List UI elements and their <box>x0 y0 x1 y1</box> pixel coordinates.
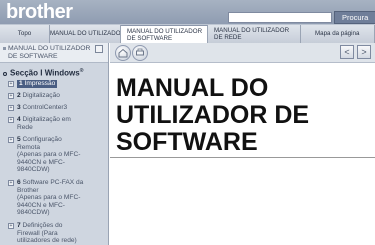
item-label: 9440CN e MFC- <box>17 158 66 166</box>
item-label: 9840CDW) <box>17 166 50 174</box>
bullet-icon <box>3 47 6 50</box>
logo-bar: brother Procura <box>0 0 375 24</box>
expand-icon[interactable]: + <box>8 223 14 229</box>
collapse-sidebar-icon[interactable] <box>95 45 103 53</box>
search-input[interactable] <box>228 12 332 23</box>
item-number: 2 <box>17 92 21 99</box>
item-label: utilizadores de rede) <box>17 237 77 245</box>
next-page-button[interactable]: > <box>357 45 371 59</box>
sidebar-top-label: MANUAL DO UTILIZADOR DE SOFTWARE <box>8 45 96 60</box>
sidebar-item-configuracao-remota[interactable]: + 5 Configuração Remota (Apenas para o MFC… <box>8 136 108 174</box>
main-content: < > MANUAL DO UTILIZADOR DE SOFTWARE <box>110 43 375 245</box>
tab-manual-rede-line1: MANUAL DO UTILIZADOR <box>214 27 290 34</box>
sidebar-top-line1: MANUAL DO UTILIZADOR <box>8 45 91 52</box>
section-title-mark: ® <box>79 68 84 74</box>
sidebar-item-digitalizacao-rede[interactable]: + 4 Digitalização em Rede <box>8 116 108 131</box>
item-label: Brother <box>17 186 39 194</box>
item-label: 9840CDW) <box>17 209 50 217</box>
previous-page-button[interactable]: < <box>340 45 354 59</box>
sidebar-item-firewall[interactable]: + 7 Definições do Firewall (Para utilizado… <box>8 222 108 245</box>
sidebar-item-digitalizacao[interactable]: + 2 Digitalização <box>8 92 108 100</box>
page-title-line1: MANUAL DO <box>116 74 269 102</box>
print-icon[interactable] <box>132 45 148 61</box>
item-label: Digitalização em <box>22 116 71 123</box>
item-number: 7 <box>17 222 21 229</box>
item-number: 6 <box>17 179 21 186</box>
tab-manual-software-line1: MANUAL DO UTILIZADOR <box>127 28 203 35</box>
tab-manual-rede-line2: DE REDE <box>214 34 242 41</box>
item-label: (Apenas para o MFC- <box>17 151 81 159</box>
top-tabs: Topo MANUAL DO UTILIZADOR MANUAL DO UTIL… <box>0 25 375 43</box>
tab-mapa-pagina[interactable]: Mapa da página <box>301 25 375 43</box>
expand-icon[interactable]: + <box>8 105 14 111</box>
sidebar-top-line2: DE SOFTWARE <box>8 52 58 60</box>
section-title[interactable]: Secção I Windows® <box>3 68 83 78</box>
expand-icon[interactable]: + <box>8 117 14 123</box>
item-label: Firewall (Para <box>17 229 58 237</box>
page-title-line3: SOFTWARE <box>116 128 258 156</box>
item-label: Digitalização <box>22 92 60 99</box>
item-number: 1 <box>19 80 23 87</box>
tab-manual-rede[interactable]: MANUAL DO UTILIZADOR DE REDE <box>208 25 301 43</box>
item-label: Remota <box>17 143 41 151</box>
circle-bullet-icon <box>3 71 7 76</box>
item-label: (Apenas para o MFC- <box>17 194 81 202</box>
item-label: Definições do <box>22 222 63 229</box>
tab-manual-software-line2: DE SOFTWARE <box>127 35 173 42</box>
home-icon[interactable] <box>115 45 131 61</box>
item-number: 3 <box>17 104 21 111</box>
item-label: Configuração <box>22 136 62 143</box>
tab-topo[interactable]: Topo <box>0 25 50 43</box>
brother-logo[interactable]: brother <box>6 1 73 24</box>
item-label: Impressão <box>24 80 56 87</box>
item-label: 9440CN e MFC- <box>17 201 66 209</box>
sidebar-item-impressao[interactable]: + 1 Impressão <box>8 80 108 88</box>
title-divider <box>110 157 375 158</box>
expand-icon[interactable]: + <box>8 180 14 186</box>
expand-icon[interactable]: + <box>8 137 14 143</box>
sidebar: MANUAL DO UTILIZADOR DE SOFTWARE Secção … <box>0 43 109 245</box>
sidebar-top-link[interactable]: MANUAL DO UTILIZADOR DE SOFTWARE <box>0 43 108 63</box>
page-title-line2: UTILIZADOR DE <box>116 101 310 129</box>
section-title-text: Secção I Windows <box>10 68 80 78</box>
item-label: ControlCenter3 <box>22 104 68 111</box>
page-title: MANUAL DO UTILIZADOR DE SOFTWARE <box>116 75 371 156</box>
item-number: 5 <box>17 136 21 143</box>
sidebar-item-pc-fax[interactable]: + 6 Software PC-FAX da Brother (Apenas par… <box>8 179 108 217</box>
header: brother Procura Topo MANUAL DO UTILIZADO… <box>0 0 375 43</box>
toolbar: < > <box>110 43 375 63</box>
tab-manual-software[interactable]: MANUAL DO UTILIZADOR DE SOFTWARE <box>121 25 208 43</box>
expand-icon[interactable]: + <box>8 81 14 87</box>
item-label: Rede <box>17 123 33 131</box>
sidebar-item-controlcenter3[interactable]: + 3 ControlCenter3 <box>8 104 108 112</box>
search-button[interactable]: Procura <box>334 11 375 24</box>
expand-icon[interactable]: + <box>8 93 14 99</box>
item-label: Software PC-FAX da <box>22 179 84 186</box>
tab-manual-utilizador[interactable]: MANUAL DO UTILIZADOR <box>50 25 121 43</box>
item-number: 4 <box>17 116 21 123</box>
